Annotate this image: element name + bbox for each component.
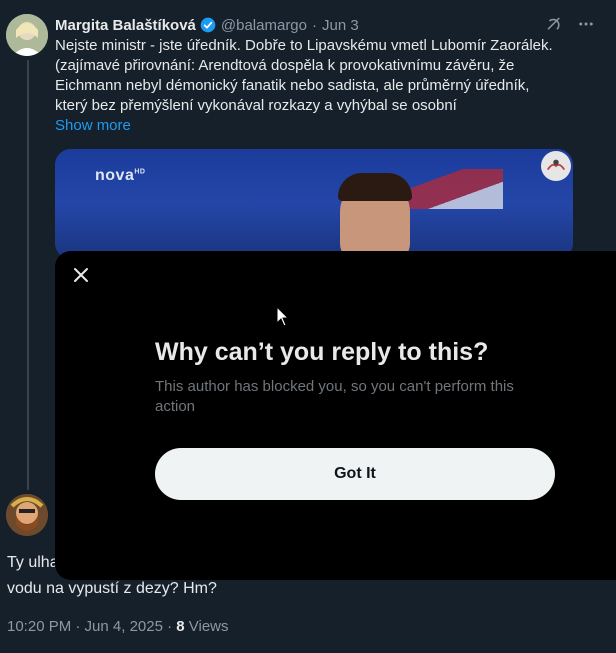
media-channel-logo: novaHD [95, 167, 146, 184]
mouse-cursor-icon [276, 305, 290, 333]
avatar-image [6, 14, 48, 56]
dialog-title: Why can’t you reply to this? [155, 338, 489, 366]
tweet-header: Margita Balaštíková @balamargo · Jun 3 [55, 14, 595, 36]
blocked-reply-dialog: Why can’t you reply to this? This author… [55, 251, 616, 580]
got-it-button[interactable]: Got It [155, 448, 555, 500]
author-handle[interactable]: @balamargo [221, 17, 307, 34]
tweet-text-line: který bez přemýšlení vykonával rozkazy a… [55, 97, 457, 114]
tweet-media[interactable]: novaHD [55, 149, 573, 259]
grok-icon[interactable] [545, 15, 563, 37]
show-more-link[interactable]: Show more [55, 117, 131, 134]
close-button[interactable] [67, 263, 95, 291]
tweet-text-line: (zajímavé přirovnání: Arendtová dospěla … [55, 57, 515, 74]
dialog-subtitle: This author has blocked you, so you can'… [155, 378, 514, 415]
verified-badge-icon [200, 17, 216, 33]
views-label: Views [184, 618, 229, 635]
more-icon[interactable] [577, 15, 595, 37]
reply-author-avatar[interactable] [6, 494, 48, 536]
tweet-date[interactable]: Jun 3 [322, 17, 359, 34]
thread-connector-line [27, 60, 29, 490]
tweet-text-line: Nejste ministr - jste úředník. Dobře to … [55, 37, 553, 54]
media-person-hair [338, 173, 412, 201]
tweet-header-actions [545, 15, 595, 37]
author-name[interactable]: Margita Balaštíková [55, 17, 196, 34]
tweet-text: Nejste ministr - jste úředník. Dobře to … [55, 36, 575, 116]
views-count: 8 [176, 618, 185, 635]
reply-meta: 10:20 PM · Jun 4, 2025 · 8 Views [7, 618, 229, 635]
author-avatar[interactable] [6, 14, 48, 56]
close-icon [73, 267, 89, 288]
reply-timestamp[interactable]: 10:20 PM · Jun 4, 2025 · [7, 618, 176, 635]
media-watermark-icon [541, 151, 571, 181]
reply-avatar-image [6, 494, 48, 536]
tweet-text-line: Eichmann nebyl démonický fanatik nebo sa… [55, 77, 530, 94]
header-separator: · [312, 16, 317, 34]
